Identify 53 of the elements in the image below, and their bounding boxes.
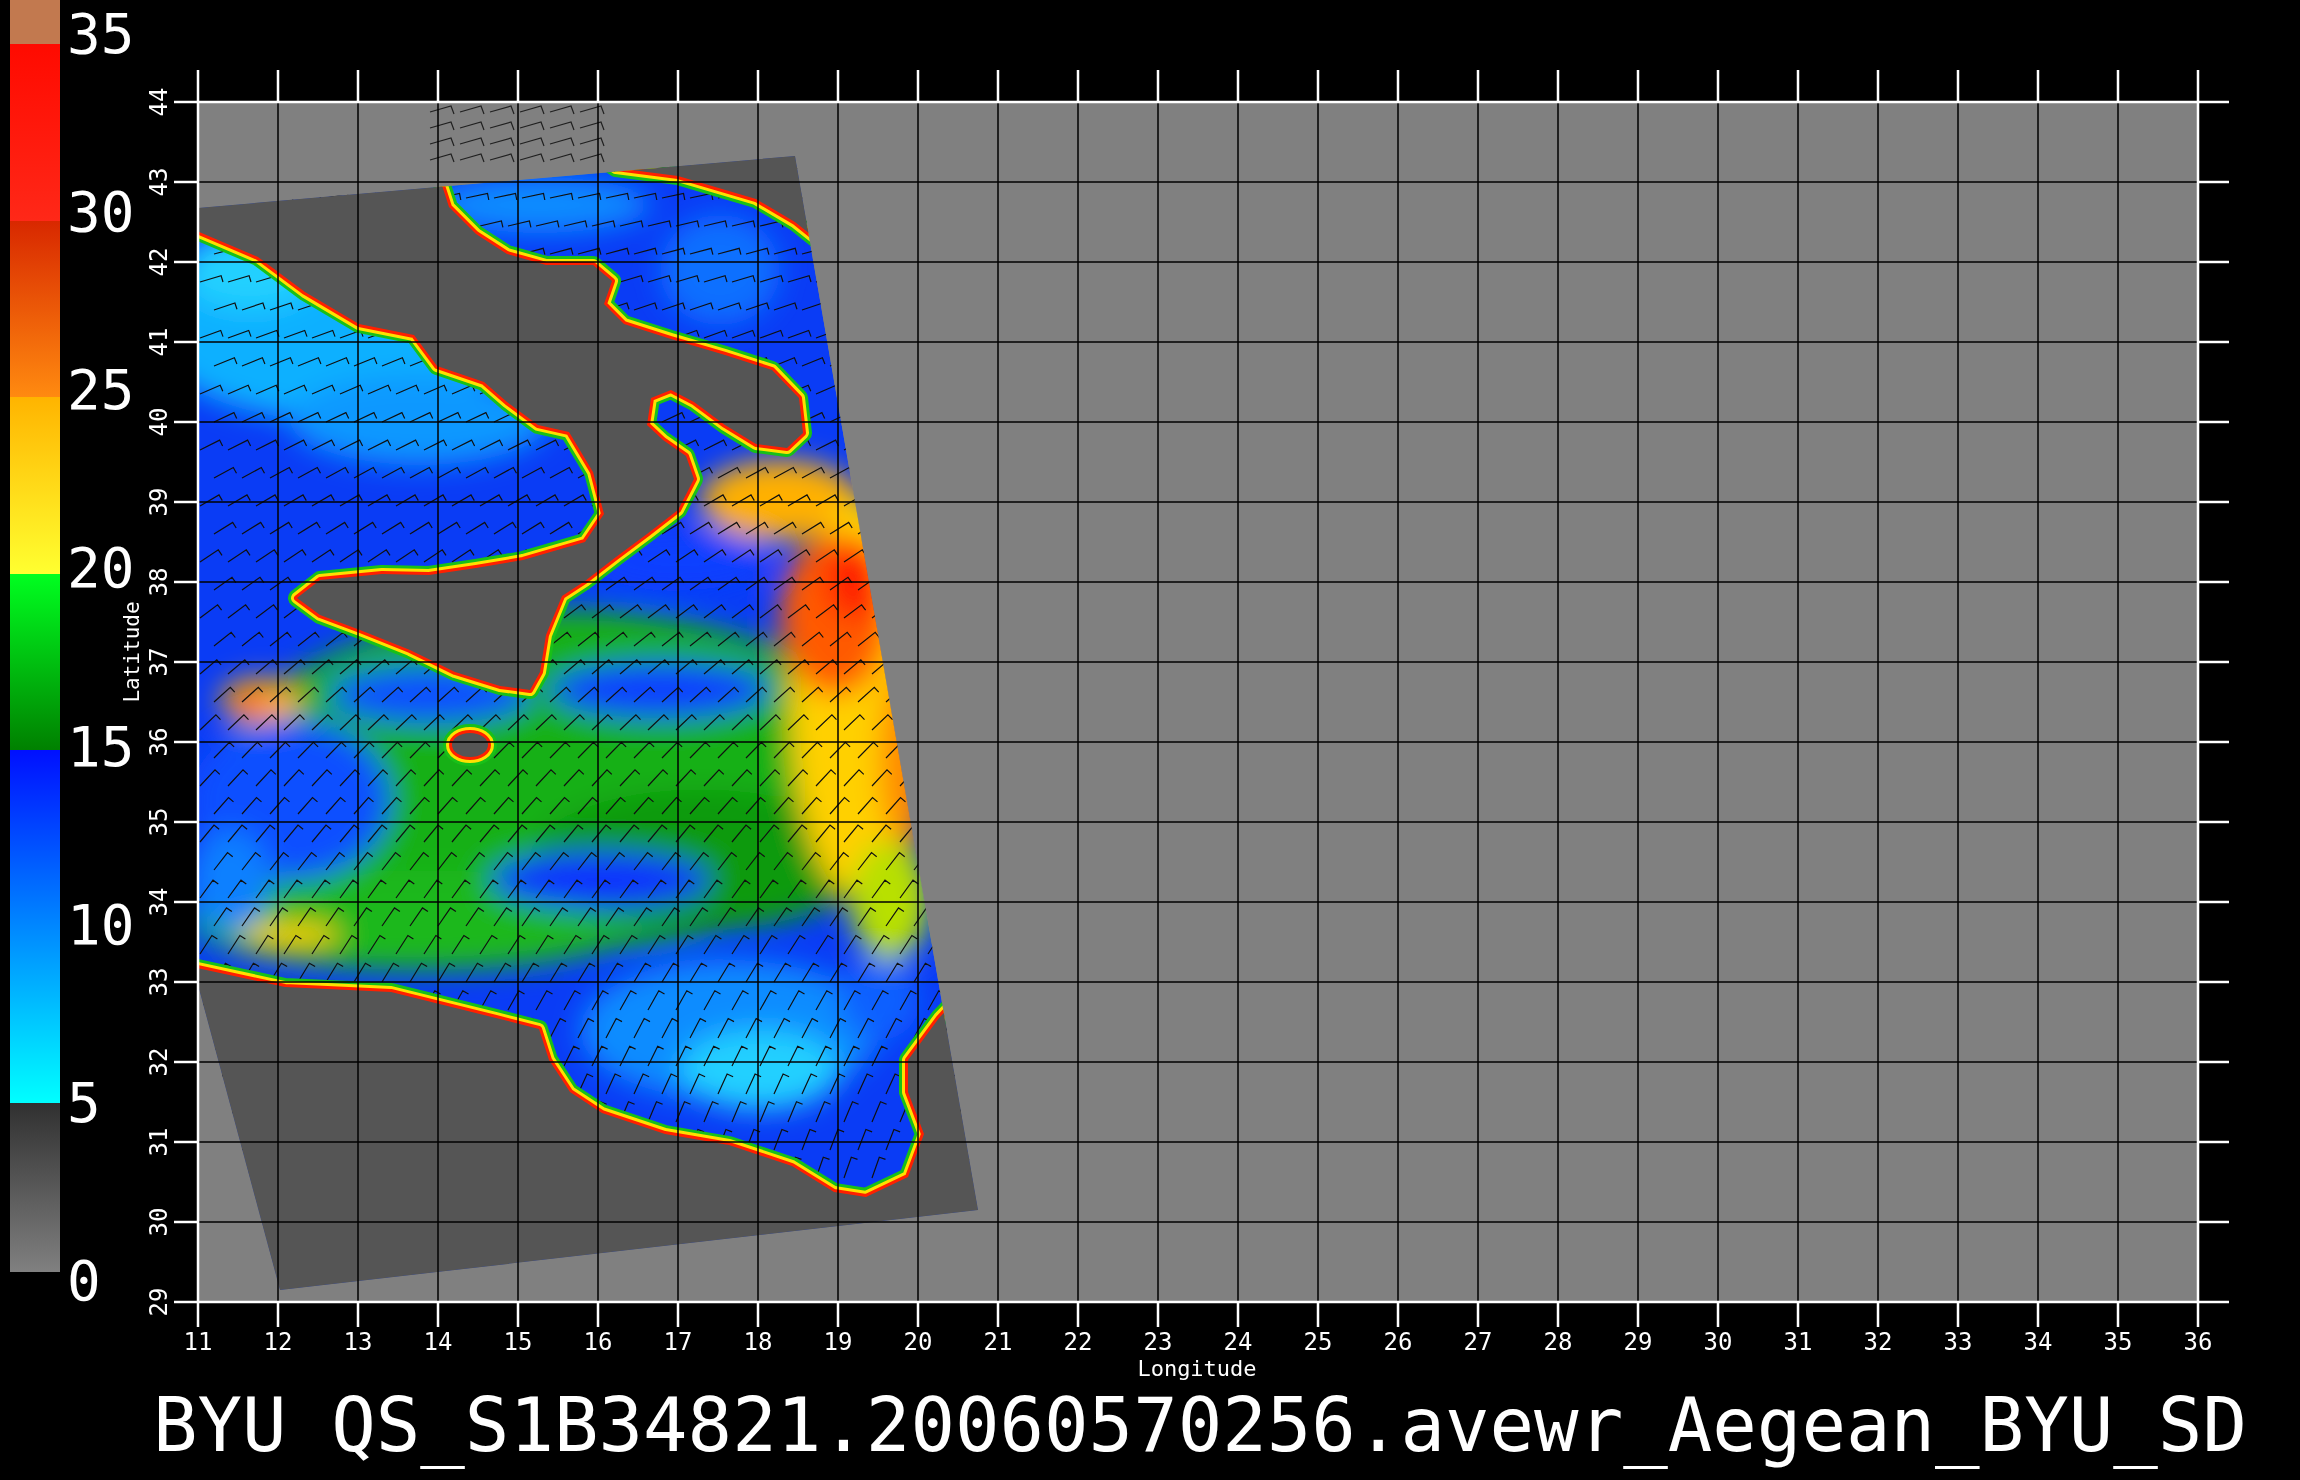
latitude-label: 39 [145, 487, 173, 517]
latitude-label: 33 [145, 967, 173, 997]
plot-title: BYU QS_S1B34821.20060570256.avewr_Aegean_BYU_SD [153, 1382, 2247, 1470]
latitude-label: 35 [145, 807, 173, 837]
latitude-label: 32 [145, 1047, 173, 1077]
longitude-label: 35 [2103, 1328, 2133, 1356]
latitude-label: 37 [145, 647, 173, 677]
latitude-label: 43 [145, 167, 173, 197]
longitude-label: 17 [663, 1328, 693, 1356]
longitude-label: 11 [183, 1328, 213, 1356]
longitude-label: 22 [1063, 1328, 1093, 1356]
longitude-label: 24 [1223, 1328, 1253, 1356]
scale-label: 25 [67, 357, 135, 423]
longitude-label: 31 [1783, 1328, 1813, 1356]
latitude-label: 34 [145, 887, 173, 917]
longitude-label: 28 [1543, 1328, 1573, 1356]
longitude-label: 12 [263, 1328, 293, 1356]
longitude-label: 16 [583, 1328, 613, 1356]
longitude-label: 13 [343, 1328, 373, 1356]
longitude-label: 29 [1623, 1328, 1653, 1356]
longitude-label: 20 [903, 1328, 933, 1356]
scale-label: 15 [67, 713, 135, 779]
longitude-label: 25 [1303, 1328, 1333, 1356]
longitude-label: 33 [1943, 1328, 1973, 1356]
longitude-label: 15 [503, 1328, 533, 1356]
latitude-label: 40 [145, 407, 173, 437]
latitude-label: 41 [145, 327, 173, 357]
longitude-label: 14 [423, 1328, 453, 1356]
latitude-label: 42 [145, 247, 173, 277]
longitude-label: 27 [1463, 1328, 1493, 1356]
latitude-label: 31 [145, 1127, 173, 1157]
scale-label: 5 [67, 1069, 101, 1135]
longitude-label: 26 [1383, 1328, 1413, 1356]
longitude-label: 36 [2183, 1328, 2213, 1356]
longitude-label: 34 [2023, 1328, 2053, 1356]
scale-label: 20 [67, 535, 135, 601]
latitude-label: 36 [145, 727, 173, 757]
scale-label: 0 [67, 1248, 101, 1313]
latitude-label: 30 [145, 1207, 173, 1237]
latitude-label: 44 [145, 87, 173, 117]
longitude-label: 21 [983, 1328, 1013, 1356]
scale-label: 10 [67, 891, 135, 957]
longitude-label: 30 [1703, 1328, 1733, 1356]
longitude-label: 18 [743, 1328, 773, 1356]
longitude-label: 32 [1863, 1328, 1893, 1356]
x-axis-title: Longitude [1137, 1356, 1257, 1381]
y-axis-title: Latitude [120, 601, 144, 703]
latitude-label: 29 [145, 1287, 173, 1317]
scale-label: 35 [67, 1, 135, 66]
longitude-label: 19 [823, 1328, 853, 1356]
scale-label: 30 [67, 179, 135, 245]
latitude-label: 38 [145, 567, 173, 597]
longitude-label: 23 [1143, 1328, 1173, 1356]
